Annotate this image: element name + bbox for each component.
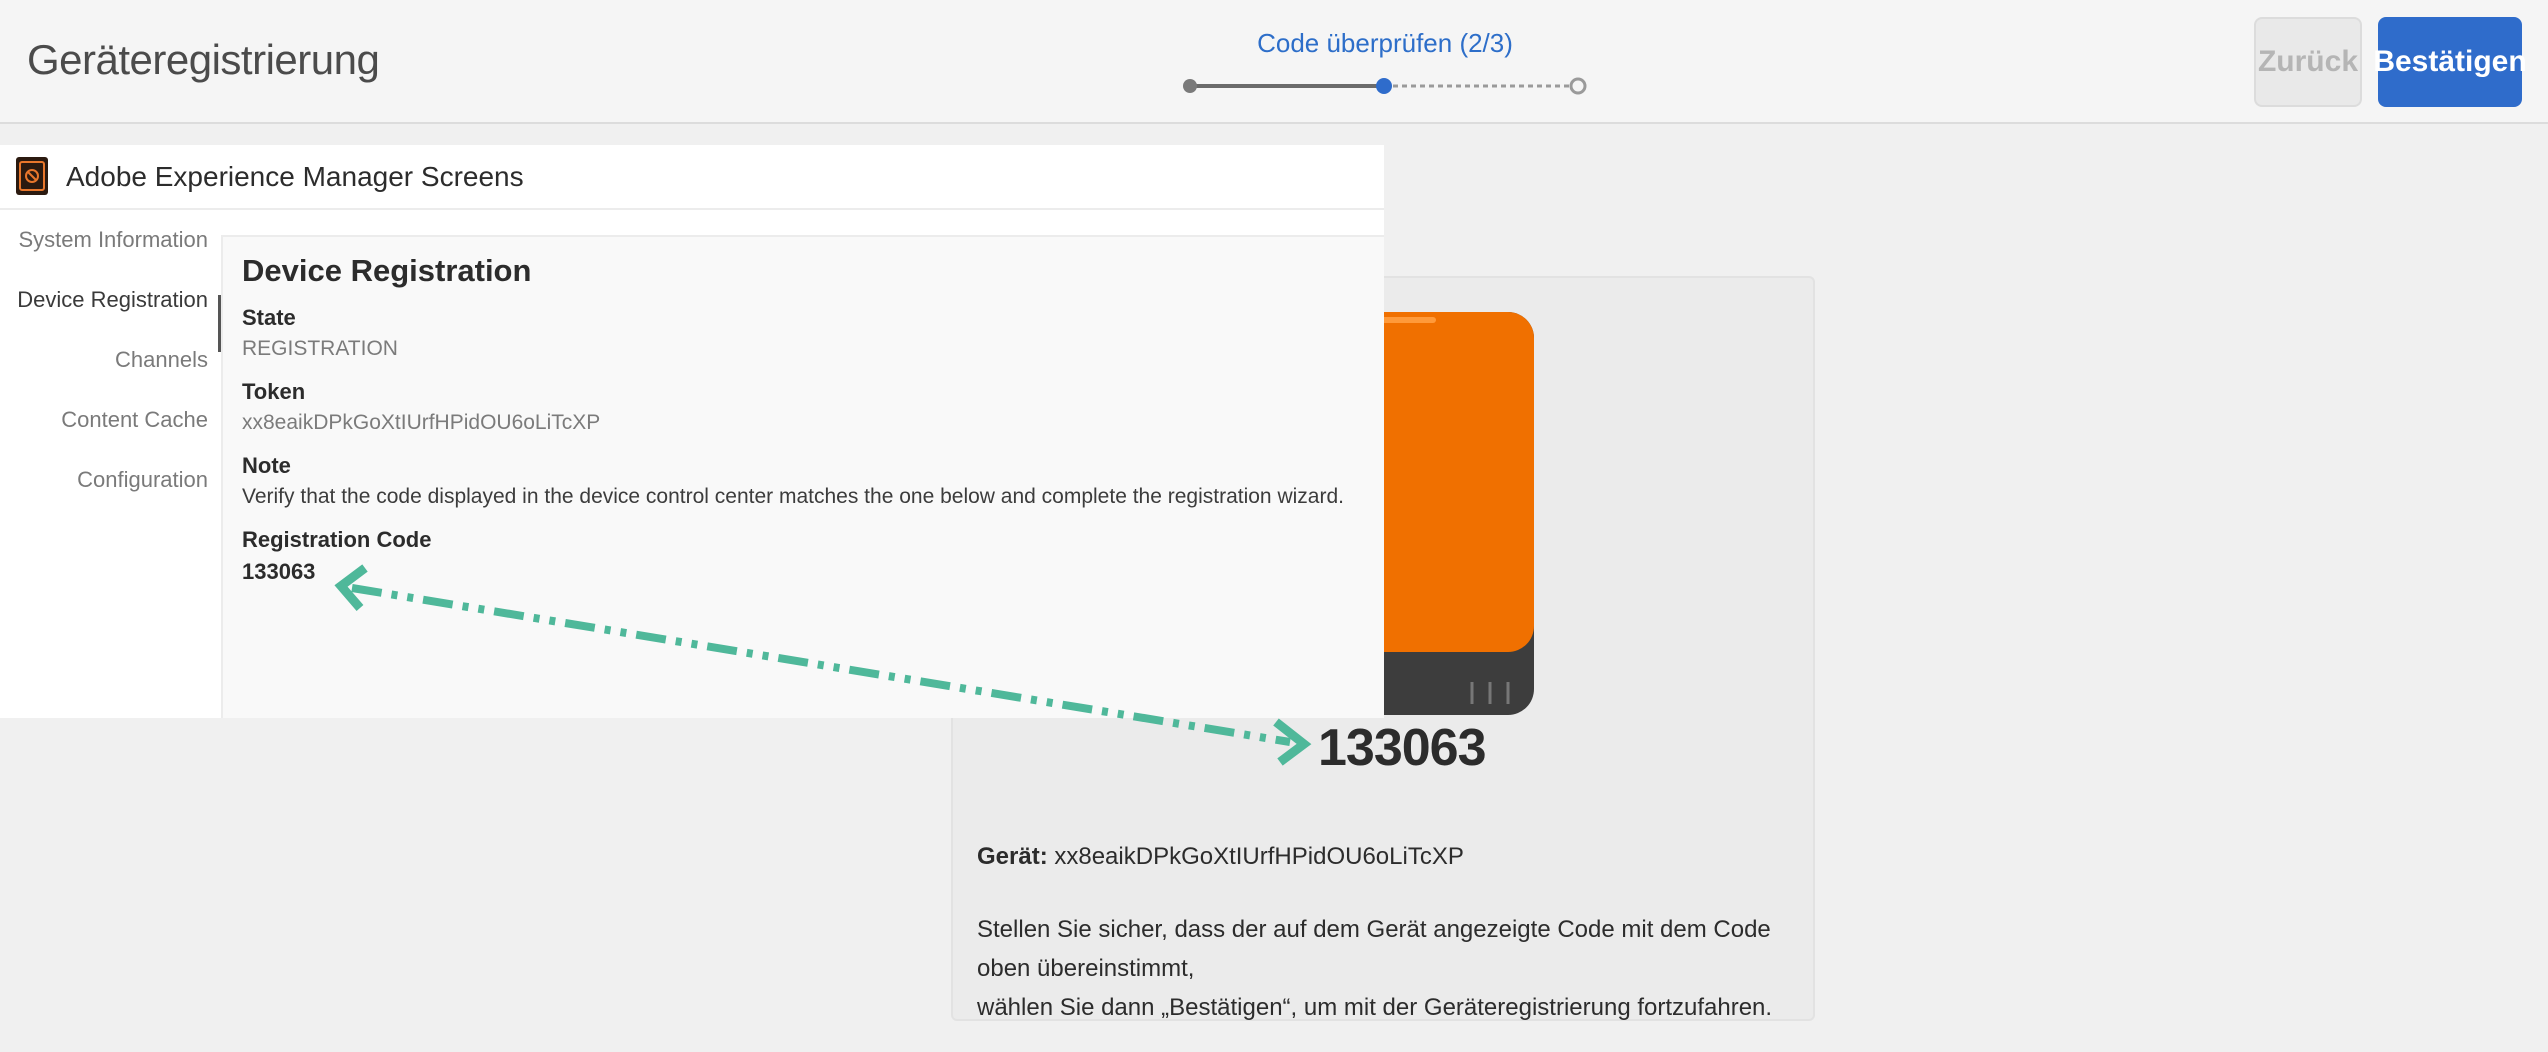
wizard-step-label: Code überprüfen (2/3) xyxy=(1257,28,1513,58)
back-button[interactable]: Zurück xyxy=(2254,17,2362,107)
nav-item-content-cache[interactable]: Content Cache xyxy=(61,407,208,433)
note-value: Verify that the code displayed in the de… xyxy=(242,485,1344,508)
content-title: Device Registration xyxy=(242,253,532,288)
device-token: xx8eaikDPkGoXtIUrfHPidOU6oLiTcXP xyxy=(1054,843,1464,870)
aem-header: Adobe Experience Manager Screens xyxy=(0,145,1384,210)
confirm-button[interactable]: Bestätigen xyxy=(2373,17,2527,107)
nav-item-device-registration[interactable]: Device Registration xyxy=(17,287,208,313)
page-title: Geräteregistrierung xyxy=(27,36,380,83)
state-label: State xyxy=(242,305,296,330)
device-label: Gerät: xyxy=(977,843,1048,870)
registration-code-label: Registration Code xyxy=(242,527,432,552)
note-label: Note xyxy=(242,453,291,478)
nav-item-system-information[interactable]: System Information xyxy=(18,227,208,253)
instruction-line-2: wählen Sie dann „Bestätigen“, um mit der… xyxy=(977,994,1773,1021)
token-value: xx8eaikDPkGoXtIUrfHPidOU6oLiTcXP xyxy=(242,411,601,434)
registration-code-value: 133063 xyxy=(242,559,316,584)
top-bar: Geräteregistrierung Code überprüfen (2/3… xyxy=(0,0,2548,124)
wizard-stepper xyxy=(1183,77,1587,95)
step-2-dot xyxy=(1376,78,1392,94)
token-label: Token xyxy=(242,379,306,404)
instruction-line-1: Stellen Sie sicher, dass der auf dem Ger… xyxy=(977,916,1771,982)
instruction-text: Stellen Sie sicher, dass der auf dem Ger… xyxy=(977,910,1797,1027)
state-value: REGISTRATION xyxy=(242,337,398,360)
device-token-line: Gerät: xx8eaikDPkGoXtIUrfHPidOU6oLiTcXP xyxy=(977,843,1464,871)
step-1-dot xyxy=(1183,79,1197,93)
step-3-dot xyxy=(1569,77,1587,95)
aem-screens-panel: Adobe Experience Manager Screens System … xyxy=(0,145,1384,718)
nav-item-channels[interactable]: Channels xyxy=(115,347,208,373)
device-registration-code: 133063 xyxy=(1318,719,1487,777)
device-image xyxy=(1380,312,1534,715)
aem-app-title: Adobe Experience Manager Screens xyxy=(66,161,524,192)
aem-logo-icon xyxy=(16,157,48,195)
aem-device-registration-content: Device Registration State REGISTRATION T… xyxy=(221,235,1384,718)
nav-item-configuration[interactable]: Configuration xyxy=(77,467,208,493)
